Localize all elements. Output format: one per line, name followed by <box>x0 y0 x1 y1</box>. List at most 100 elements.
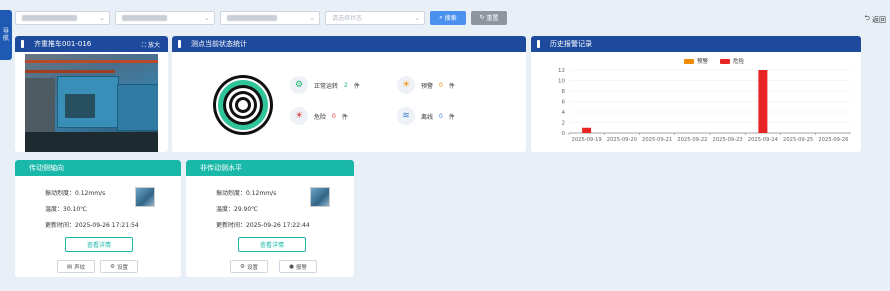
y-tick-label: 6 <box>562 100 566 106</box>
sensor-card-2: 非传动侧水平 振动烈度：0.12mm/s 温度：29.90℃ 更新时间：2025… <box>186 160 354 277</box>
card-title: 非传动侧水平 <box>200 164 242 172</box>
bar-danger <box>582 127 592 133</box>
x-tick-label: 2025-09-26 <box>818 137 848 143</box>
header-accent-bar <box>178 40 181 48</box>
sensor-thumbnail <box>135 187 155 207</box>
sensor-thumbnail <box>310 187 330 207</box>
back-label: 返回 <box>872 15 886 24</box>
status-normal: ⚙ 正常运转 2 件 <box>290 76 360 94</box>
reset-button[interactable]: ↻ 重置 <box>471 10 507 25</box>
zoom-button[interactable]: ⛶ 放大 <box>142 40 160 50</box>
card-body: 振动烈度：0.12mm/s 温度：30.10℃ 更新时间：2025-09-26 … <box>15 176 181 234</box>
reset-button-label: 重置 <box>486 15 499 22</box>
nav-tab-label: 导航 <box>2 28 9 42</box>
chevron-down-icon: ⌄ <box>204 13 210 22</box>
card-header: 非传动侧水平 <box>186 160 354 176</box>
alert-circle-icon: ● <box>289 263 294 270</box>
settings-button[interactable]: ⚙ 设置 <box>100 260 138 273</box>
status-danger-unit: 件 <box>341 113 348 121</box>
status-offline-count: 0 <box>439 112 443 120</box>
search-button-label: 搜索 <box>444 15 457 22</box>
status-offline-label: 离线 <box>421 113 434 121</box>
status-offline-unit: 件 <box>448 113 455 121</box>
status-normal-unit: 件 <box>353 82 360 90</box>
gear-icon: ⚙ <box>110 263 115 270</box>
chevron-down-icon: ⌄ <box>99 13 105 22</box>
status-normal-label: 正常运转 <box>314 82 339 90</box>
x-tick-label: 2025-09-20 <box>607 137 637 143</box>
header-accent-bar <box>537 40 540 48</box>
device-photo <box>25 54 158 152</box>
y-tick-label: 2 <box>562 121 566 127</box>
voiceprint-label: 声纹 <box>74 264 86 271</box>
status-warning-unit: 件 <box>448 82 455 90</box>
y-tick-label: 8 <box>562 89 566 95</box>
x-tick-label: 2025-09-25 <box>783 137 813 143</box>
status-warning: ☀ 预警 0 件 <box>397 76 455 94</box>
status-danger-label: 危险 <box>314 113 327 121</box>
x-tick-label: 2025-09-24 <box>748 137 779 143</box>
status-panel: 测点当前状态统计 ⚙ 正常运转 2 件 ☀ 预警 0 件 ☀ 危险 0 件 ≋ … <box>172 36 526 152</box>
status-panel-header: 测点当前状态统计 <box>172 36 526 52</box>
status-danger: ☀ 危险 0 件 <box>290 107 348 125</box>
normal-status-icon: ⚙ <box>290 76 308 94</box>
refresh-icon: ↻ <box>479 14 485 21</box>
y-tick-label: 12 <box>558 68 565 74</box>
alarm-chart: 0 2 4 6 8 10 12 2025-09-19 2025-09-20 2025-09-21 2… <box>558 68 851 143</box>
search-icon: ⌕ <box>439 13 443 21</box>
updated-time: 更新时间：2025-09-26 17:21:54 <box>45 222 139 229</box>
filter-select-1[interactable]: ⌄ <box>15 10 110 25</box>
card-header: 传动侧轴向 <box>15 160 181 176</box>
y-tick-label: 0 <box>562 131 566 137</box>
card-title: 传动侧轴向 <box>29 164 64 172</box>
view-details-button[interactable]: 查看详情 <box>238 237 306 252</box>
filter-select-3[interactable]: ⌄ <box>220 10 320 25</box>
status-warning-label: 预警 <box>421 82 434 90</box>
x-tick-label: 2025-09-22 <box>677 137 707 143</box>
nav-tab[interactable]: 导航 <box>0 10 12 60</box>
alarm-label: 报警 <box>295 264 307 271</box>
status-normal-count: 2 <box>344 81 348 89</box>
filter-select-2[interactable]: ⌄ <box>115 10 215 25</box>
device-title: 齐重推车001-016 <box>34 40 92 48</box>
offline-signal-icon: ≋ <box>397 107 415 125</box>
status-ring-icon <box>213 75 273 135</box>
gear-icon: ⚙ <box>240 263 245 270</box>
search-button[interactable]: ⌕ 搜索 <box>430 10 466 25</box>
filter-bar: ⌄ ⌄ ⌄ 请选择状态 ⌄ ⌕ 搜索 ↻ 重置 <box>15 10 507 25</box>
back-arrow-icon: ⮌ <box>864 14 870 22</box>
alarm-button[interactable]: ● 报警 <box>279 260 317 273</box>
document-icon: ▤ <box>66 263 73 270</box>
voiceprint-button[interactable]: ▤ 声纹 <box>57 260 95 273</box>
header-accent-bar <box>21 40 24 48</box>
y-tick-label: 10 <box>558 79 565 85</box>
settings-label: 设置 <box>116 264 128 271</box>
expand-icon: ⛶ <box>141 42 147 49</box>
y-tick-label: 4 <box>562 110 566 116</box>
back-button[interactable]: ⮌ 返回 <box>864 14 886 25</box>
sensor-card-1: 传动侧轴向 振动烈度：0.12mm/s 温度：30.10℃ 更新时间：2025-… <box>15 160 181 277</box>
x-tick-label: 2025-09-23 <box>713 137 743 143</box>
warning-light-icon: ☀ <box>397 76 415 94</box>
x-tick-label: 2025-09-21 <box>642 137 672 143</box>
danger-light-icon: ☀ <box>290 107 308 125</box>
device-panel-header: 齐重推车001-016 ⛶ 放大 <box>15 36 168 52</box>
bar-danger <box>758 70 768 133</box>
blurred-value <box>227 14 277 21</box>
status-warning-count: 0 <box>439 81 443 89</box>
status-select-placeholder: 请选择状态 <box>332 15 363 22</box>
alarm-panel-header: 历史报警记录 <box>531 36 861 52</box>
updated-time: 更新时间：2025-09-26 17:22:44 <box>216 222 310 229</box>
status-danger-count: 0 <box>332 112 336 120</box>
alarm-panel-title: 历史报警记录 <box>550 40 592 48</box>
status-select[interactable]: 请选择状态 ⌄ <box>325 10 425 25</box>
chevron-down-icon: ⌄ <box>309 13 315 22</box>
device-panel: 齐重推车001-016 ⛶ 放大 <box>15 36 168 152</box>
settings-button[interactable]: ⚙ 设置 <box>230 260 268 273</box>
view-details-button[interactable]: 查看详情 <box>65 237 133 252</box>
chevron-down-icon: ⌄ <box>414 13 420 22</box>
status-offline: ≋ 离线 0 件 <box>397 107 455 125</box>
view-details-label: 查看详情 <box>259 242 284 249</box>
status-panel-title: 测点当前状态统计 <box>191 40 247 48</box>
blurred-value <box>122 14 167 21</box>
